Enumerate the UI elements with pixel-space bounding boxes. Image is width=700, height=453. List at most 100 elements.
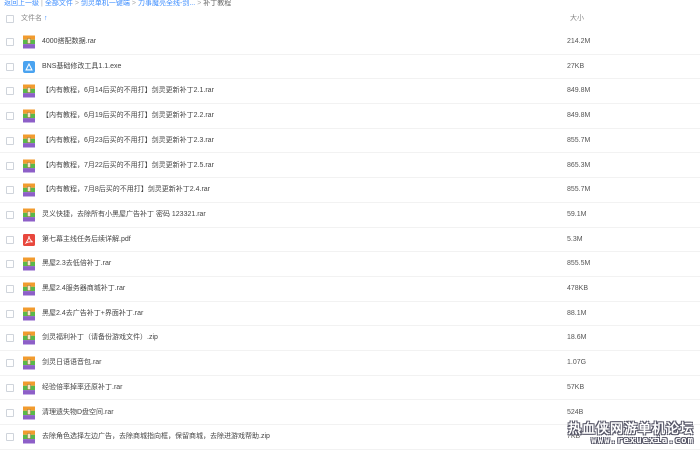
rar-archive-icon xyxy=(23,183,35,197)
file-size: 214.2M xyxy=(567,38,591,45)
file-name-link[interactable]: 去除角色选择左边广告，去除商城指向框，保留商城，去除进游戏帮助.zip xyxy=(42,425,270,449)
file-checkbox[interactable] xyxy=(6,260,14,269)
file-name-link[interactable]: 【内有教程，7月22后买的不用打】剑灵更新补丁2.5.rar xyxy=(42,154,214,178)
file-name-link[interactable]: 黑屋2.3去低倍补丁.rar xyxy=(42,252,111,276)
zip-archive-icon xyxy=(23,430,35,444)
rar-archive-icon xyxy=(23,381,35,395)
file-size: 1.07G xyxy=(567,359,587,367)
breadcrumb-back[interactable]: 返回上一级 xyxy=(4,0,39,7)
file-row[interactable]: 【内有教程，6月23后买的不用打】剑灵更新补丁2.3.rar 855.7M xyxy=(0,129,700,154)
file-row[interactable]: 剑灵日语语音包.rar 1.07G xyxy=(0,351,700,376)
site-watermark: 热血侠网游单机论坛 www.rexuexia.com xyxy=(554,421,694,447)
file-size: 57KB xyxy=(567,383,585,391)
file-size: 849.8M xyxy=(567,87,591,95)
file-checkbox[interactable] xyxy=(6,408,14,417)
breadcrumb-current-folder: 补丁教程 xyxy=(203,0,232,7)
sort-arrow-icon[interactable]: ↑ xyxy=(44,15,48,22)
file-row[interactable]: 经验倍率掉率还原补丁.rar 57KB xyxy=(0,376,700,401)
file-row[interactable]: 剑灵福利补丁（请备份游戏文件）.zip 18.6M xyxy=(0,326,700,352)
file-row[interactable]: 【内有教程，6月14后买的不用打】剑灵更新补丁2.1.rar 849.8M xyxy=(0,79,700,105)
rar-archive-icon xyxy=(23,356,35,370)
size-column-header[interactable]: 大小 xyxy=(570,12,584,26)
file-checkbox[interactable] xyxy=(6,285,14,293)
name-column-label: 文件名 xyxy=(21,15,42,22)
file-name-link[interactable]: 【内有教程，6月23后买的不用打】剑灵更新补丁2.3.rar xyxy=(42,129,214,153)
file-checkbox[interactable] xyxy=(6,136,14,145)
file-row[interactable]: 灵义快捷，去除所有小黑屋广告补丁 密码 123321.rar 59.1M xyxy=(0,203,700,228)
file-name-link[interactable]: 4000搭配数据.rar xyxy=(42,30,96,54)
rar-archive-icon xyxy=(23,208,35,222)
file-name-link[interactable]: 黑屋2.4去广告补丁+界面补丁.rar xyxy=(42,302,143,326)
file-checkbox[interactable] xyxy=(6,87,14,96)
rar-archive-icon xyxy=(23,109,35,123)
zip-archive-icon xyxy=(23,331,35,345)
file-row[interactable]: 黑屋2.4服务器商城补丁.rar 478KB xyxy=(0,277,700,302)
file-name-link[interactable]: 黑屋2.4服务器商城补丁.rar xyxy=(42,277,125,301)
file-checkbox[interactable] xyxy=(6,112,14,121)
breadcrumb-folder-2[interactable]: 力事魔亮全线-剑... xyxy=(138,0,195,7)
file-size: 59.1M xyxy=(567,210,587,218)
file-size: 5.3M xyxy=(567,235,583,243)
pdf-document-icon xyxy=(23,233,35,247)
breadcrumb-separator: > xyxy=(197,0,202,7)
exe-app-icon xyxy=(23,60,35,74)
file-checkbox[interactable] xyxy=(6,309,14,318)
file-size: 478KB xyxy=(567,285,589,292)
file-checkbox[interactable] xyxy=(6,383,14,392)
file-checkbox[interactable] xyxy=(6,38,14,46)
breadcrumb-separator: > xyxy=(74,0,79,7)
select-all-checkbox[interactable] xyxy=(6,15,14,23)
watermark-title: 热血侠网游单机论坛 xyxy=(567,421,694,436)
file-name-link[interactable]: BNS基础修改工具1.1.exe xyxy=(42,55,121,79)
watermark-url: www.rexuexia.com xyxy=(591,436,694,446)
rar-archive-icon xyxy=(23,134,35,148)
file-size: 849.8M xyxy=(567,112,591,120)
file-checkbox[interactable] xyxy=(6,359,14,368)
rar-archive-icon xyxy=(23,307,35,321)
rar-archive-icon xyxy=(23,257,35,271)
file-checkbox[interactable] xyxy=(6,235,14,244)
file-checkbox[interactable] xyxy=(6,210,14,219)
file-size: 865.3M xyxy=(567,161,591,169)
rar-archive-icon xyxy=(23,406,35,420)
file-name-link[interactable]: 【内有教程，6月19后买的不用打】剑灵更新补丁2.2.rar xyxy=(42,104,214,128)
rar-archive-icon xyxy=(23,282,35,296)
file-size: 855.7M xyxy=(567,186,591,194)
file-name-link[interactable]: 【内有教程，6月14后买的不用打】剑灵更新补丁2.1.rar xyxy=(42,79,214,103)
file-row[interactable]: 【内有教程，7月22后买的不用打】剑灵更新补丁2.5.rar 865.3M xyxy=(0,154,700,179)
file-checkbox[interactable] xyxy=(6,334,14,343)
breadcrumb-folder-1[interactable]: 剑灵单机一键端 xyxy=(81,0,130,7)
file-size: 88.1M xyxy=(567,309,587,317)
file-size: 27KB xyxy=(567,62,585,70)
file-row[interactable]: 4000搭配数据.rar 214.2M xyxy=(0,30,700,55)
file-checkbox[interactable] xyxy=(6,186,14,195)
breadcrumb-separator: > xyxy=(131,0,137,7)
file-name-link[interactable]: 灵义快捷，去除所有小黑屋广告补丁 密码 123321.rar xyxy=(42,203,206,227)
breadcrumb-separator: | xyxy=(41,0,43,7)
file-row[interactable]: 【内有教程，7月8后买的不用打】剑灵更新补丁2.4.rar 855.7M xyxy=(0,178,700,203)
file-list-header: 文件名 ↑ 大小 xyxy=(0,12,700,26)
file-checkbox[interactable] xyxy=(6,62,14,71)
file-checkbox[interactable] xyxy=(6,161,14,170)
file-name-link[interactable]: 剑灵福利补丁（请备份游戏文件）.zip xyxy=(42,326,158,350)
file-row[interactable]: 【内有教程，6月19后买的不用打】剑灵更新补丁2.2.rar 849.8M xyxy=(0,104,700,129)
file-size: 855.5M xyxy=(567,260,591,268)
breadcrumb-all-files[interactable]: 全部文件 xyxy=(45,0,73,7)
file-checkbox[interactable] xyxy=(6,433,14,442)
breadcrumb: 返回上一级 | 全部文件 > 剑灵单机一键端 > 力事魔亮全线-剑... > 补丁教程 xyxy=(4,0,231,10)
name-column-header[interactable]: 文件名 ↑ xyxy=(21,12,48,26)
file-name-link[interactable]: 清理遗失物D盘空间.rar xyxy=(42,401,114,425)
file-row[interactable]: BNS基础修改工具1.1.exe 27KB xyxy=(0,55,700,80)
file-name-link[interactable]: 第七幕主线任务后续详解.pdf xyxy=(42,228,131,252)
rar-archive-icon xyxy=(23,159,35,173)
rar-archive-icon xyxy=(23,35,35,49)
file-size: 855.7M xyxy=(567,136,591,144)
file-name-link[interactable]: 剑灵日语语音包.rar xyxy=(42,351,102,375)
file-row[interactable]: 黑屋2.4去广告补丁+界面补丁.rar 88.1M xyxy=(0,302,700,327)
file-row[interactable]: 第七幕主线任务后续详解.pdf 5.3M xyxy=(0,228,700,253)
file-size: 18.6M xyxy=(567,334,587,342)
file-name-link[interactable]: 【内有教程，7月8后买的不用打】剑灵更新补丁2.4.rar xyxy=(42,178,210,202)
rar-archive-icon xyxy=(23,84,35,98)
file-name-link[interactable]: 经验倍率掉率还原补丁.rar xyxy=(42,376,123,400)
file-row[interactable]: 黑屋2.3去低倍补丁.rar 855.5M xyxy=(0,252,700,277)
